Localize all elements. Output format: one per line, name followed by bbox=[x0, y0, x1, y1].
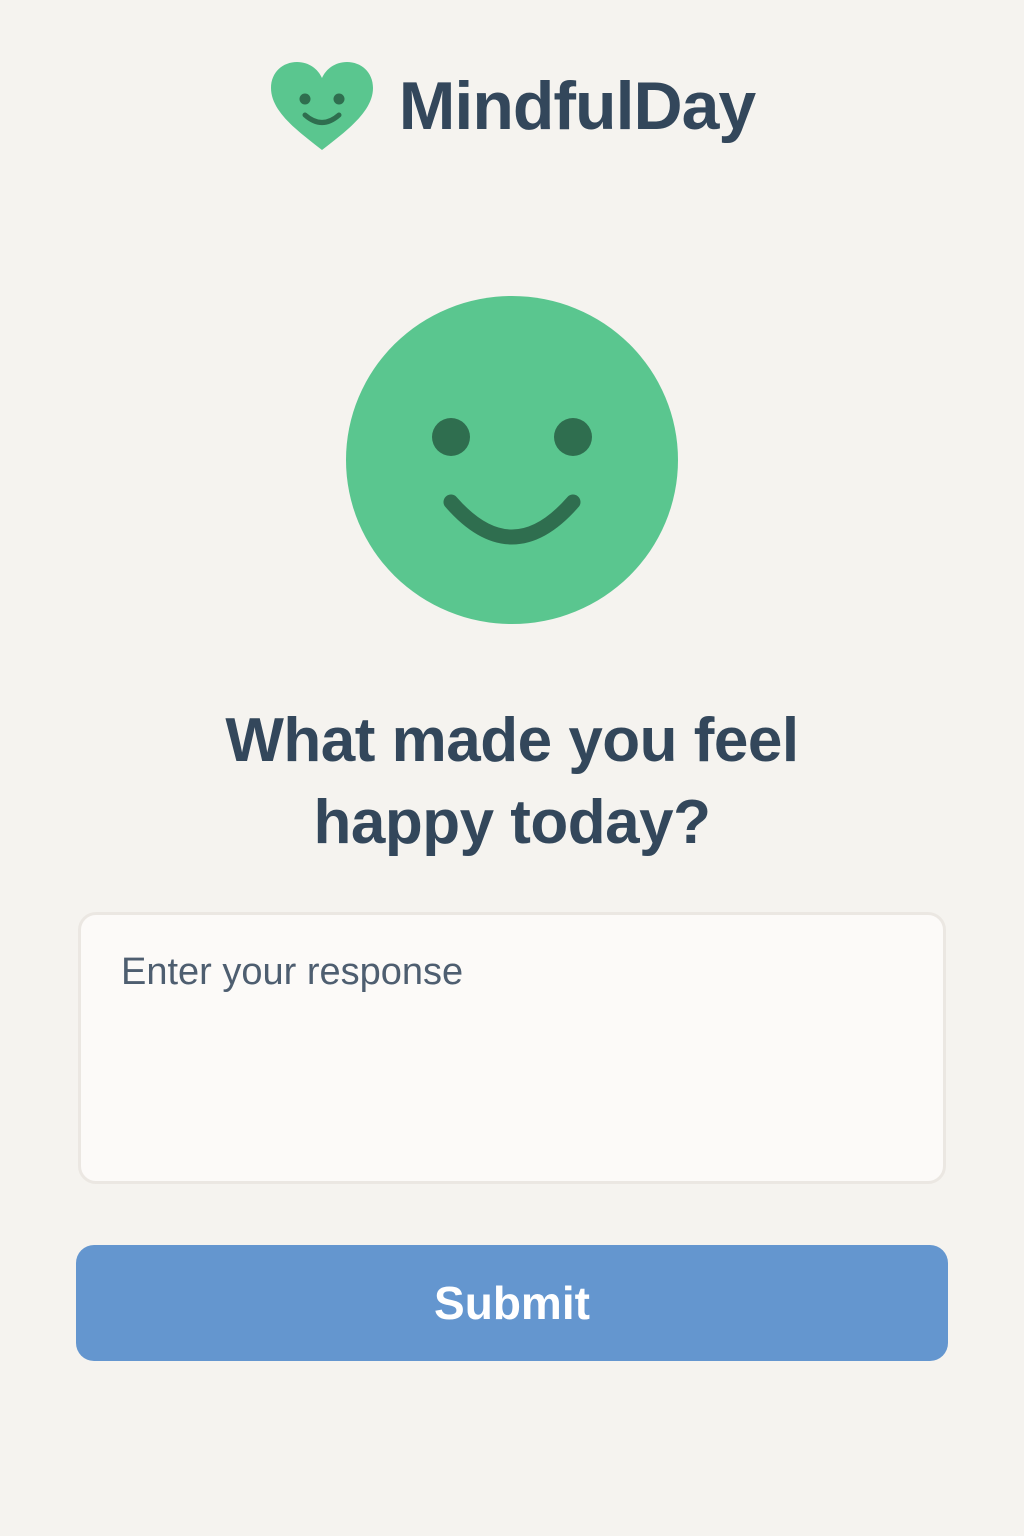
mindfulday-screen: MindfulDay What made you feel happy toda… bbox=[0, 0, 1024, 1536]
app-title: MindfulDay bbox=[398, 68, 756, 144]
heart-smile-icon bbox=[269, 60, 375, 152]
submit-button[interactable]: Submit bbox=[76, 1245, 948, 1361]
smiley-face-icon bbox=[346, 296, 678, 624]
app-header: MindfulDay bbox=[0, 60, 1024, 152]
prompt-question: What made you feel happy today? bbox=[225, 706, 799, 857]
response-input[interactable] bbox=[78, 912, 946, 1184]
